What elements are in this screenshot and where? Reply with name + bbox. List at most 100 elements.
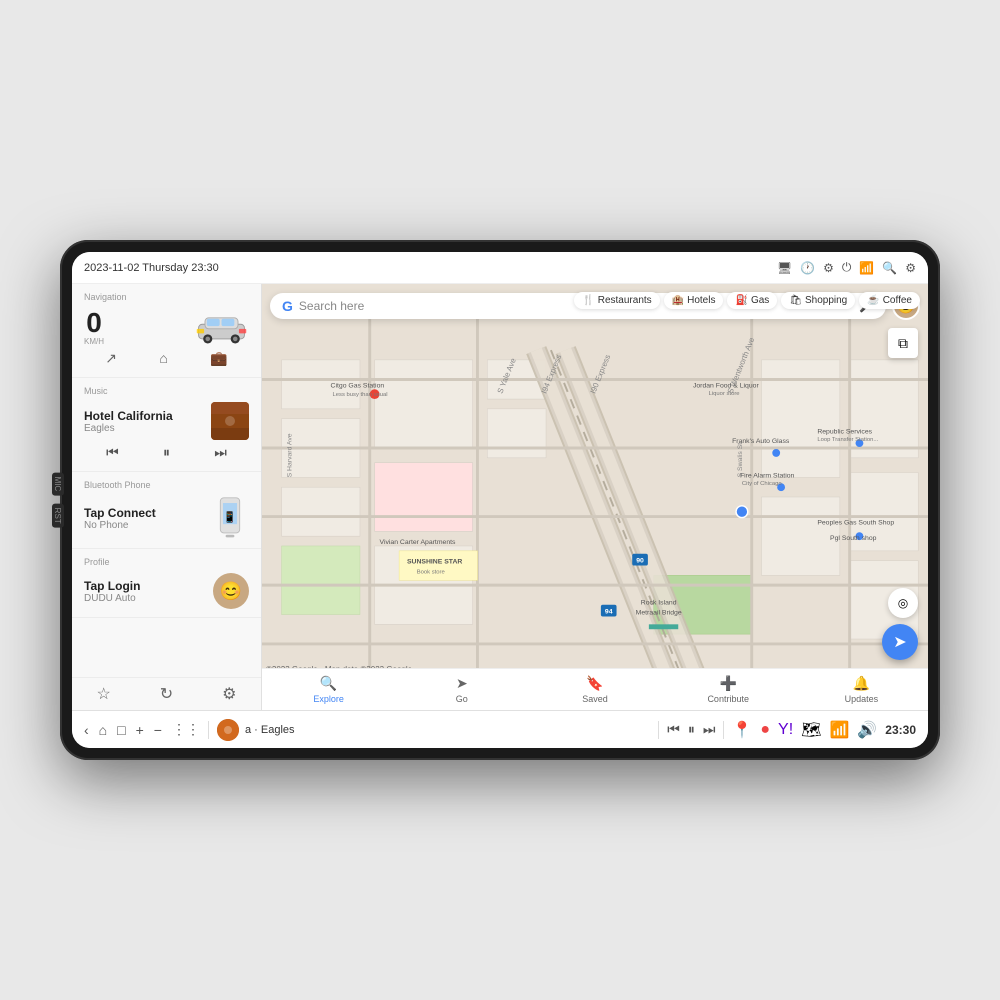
map-area[interactable]: S Yale Ave I94 Express I90 Express S Wen… <box>262 284 928 710</box>
power-icon[interactable]: ⏻ <box>842 260 852 275</box>
svg-text:Peoples Gas South Shop: Peoples Gas South Shop <box>817 519 894 526</box>
grid-taskbar-icon[interactable]: ⋮⋮ <box>172 721 200 738</box>
bt-info: Tap Connect No Phone <box>84 506 203 531</box>
taskbar-album-art <box>217 719 239 741</box>
nav-content: 0 KM/H <box>84 308 249 346</box>
svg-text:📱: 📱 <box>223 511 236 524</box>
wifi-taskbar-icon[interactable]: 📶 <box>829 720 849 740</box>
status-icons: 🖥 🕐 ⚙ ⏻ 📶 🔍 ⚙ <box>777 260 916 275</box>
svg-text:Less busy than usual: Less busy than usual <box>333 392 388 398</box>
monitor-icon: 🖥 <box>777 261 792 275</box>
taskbar-right: 📍 ● Y! 🗺 📶 🔊 23:30 <box>732 720 916 740</box>
contribute-tab[interactable]: ➕ Contribute <box>662 669 795 710</box>
music-content: Hotel California Eagles <box>84 402 249 440</box>
hotels-chip[interactable]: 🏨 Hotels <box>664 292 724 309</box>
fab-icon: ➤ <box>893 632 906 652</box>
svg-text:Fire Alarm Station: Fire Alarm Station <box>740 472 795 479</box>
circle-taskbar-icon[interactable]: ● <box>760 721 770 739</box>
speed-value: 0 <box>86 309 102 337</box>
settings-wheel-icon[interactable]: ⚙ <box>823 261 834 275</box>
compass-icon: ◎ <box>898 596 908 610</box>
svg-text:Vivian Carter Apartments: Vivian Carter Apartments <box>380 539 457 546</box>
layers-button[interactable]: ⧉ <box>888 328 918 358</box>
bt-content: Tap Connect No Phone 📱 <box>84 496 249 540</box>
go-label: Go <box>456 694 468 704</box>
profile-content: Tap Login DUDU Auto 😊 <box>84 573 249 609</box>
refresh-icon[interactable]: ↻ <box>160 684 173 704</box>
svg-text:S Harvard Ave: S Harvard Ave <box>286 433 293 477</box>
shopping-chip[interactable]: 🛍 Shopping <box>781 292 855 309</box>
map-background: S Yale Ave I94 Express I90 Express S Wen… <box>262 284 928 710</box>
coffee-icon: ☕ <box>867 295 879 306</box>
prev-button[interactable]: ⏮ <box>106 444 119 461</box>
separator-2 <box>658 721 659 739</box>
mic-button[interactable]: MIC <box>52 473 64 496</box>
svg-text:SUNSHINE STAR: SUNSHINE STAR <box>407 559 462 566</box>
music-controls: ⏮ ⏸ ⏭ <box>84 440 249 463</box>
separator-1 <box>208 721 209 739</box>
gear-status-icon[interactable]: ⚙ <box>905 261 916 275</box>
volume-taskbar-icon[interactable]: 🔊 <box>857 720 877 740</box>
minus-taskbar-icon[interactable]: − <box>154 722 162 738</box>
taskbar: ‹ ⌂ □ + − ⋮⋮ a · Eagles ⏮ ⏸ ⏭ <box>72 710 928 748</box>
taskbar-play-pause-icon[interactable]: ⏸ <box>688 721 695 738</box>
updates-tab[interactable]: 🔔 Updates <box>795 669 928 710</box>
taskbar-next-icon[interactable]: ⏭ <box>703 721 716 738</box>
bluetooth-label: Bluetooth Phone <box>84 480 249 490</box>
next-button[interactable]: ⏭ <box>214 444 227 461</box>
gas-chip[interactable]: ⛽ Gas <box>727 292 777 309</box>
taskbar-nav: ‹ ⌂ □ + − ⋮⋮ <box>84 721 200 738</box>
saved-label: Saved <box>582 694 608 704</box>
album-art <box>211 402 249 440</box>
svg-text:Liquor store: Liquor store <box>709 391 740 397</box>
svg-text:Republic Services: Republic Services <box>817 428 872 435</box>
go-tab[interactable]: ➤ Go <box>395 669 528 710</box>
profile-info: Tap Login DUDU Auto <box>84 579 205 604</box>
taskbar-song-info: a · Eagles <box>245 724 295 736</box>
svg-text:Metraail Bridge: Metraail Bridge <box>636 610 682 617</box>
briefcase-icon[interactable]: 💼 <box>210 350 227 367</box>
profile-name[interactable]: Tap Login <box>84 579 205 593</box>
restaurants-icon: 🍴 <box>582 295 594 306</box>
home-taskbar-icon[interactable]: ⌂ <box>99 722 107 738</box>
contribute-icon: ➕ <box>719 675 736 692</box>
shopping-icon: 🛍 <box>789 295 802 306</box>
map-taskbar-icon[interactable]: 🗺 <box>801 720 821 740</box>
svg-text:Rock Island: Rock Island <box>641 600 677 607</box>
plus-taskbar-icon[interactable]: + <box>136 722 144 738</box>
hotels-icon: 🏨 <box>672 295 684 306</box>
explore-tab[interactable]: 🔍 Explore <box>262 669 395 710</box>
yahoo-taskbar-icon[interactable]: Y! <box>778 721 793 739</box>
home-nav-icon[interactable]: ⌂ <box>159 350 167 367</box>
settings-panel-icon[interactable]: ⚙ <box>222 684 236 704</box>
music-title: Hotel California <box>84 409 203 423</box>
side-buttons: MIC RST <box>52 473 64 528</box>
compass-button[interactable]: ◎ <box>888 588 918 618</box>
restaurants-chip[interactable]: 🍴 Restaurants <box>574 292 659 309</box>
navigation-section: Navigation 0 KM/H <box>72 284 261 378</box>
square-taskbar-icon[interactable]: □ <box>117 722 125 738</box>
taskbar-prev-icon[interactable]: ⏮ <box>667 721 680 738</box>
separator-3 <box>723 721 724 739</box>
hotels-label: Hotels <box>687 295 715 306</box>
profile-section: Profile Tap Login DUDU Auto 😊 <box>72 549 261 618</box>
pause-button[interactable]: ⏸ <box>163 444 170 461</box>
speed-unit: KM/H <box>84 337 104 346</box>
location-taskbar-icon[interactable]: 📍 <box>732 720 752 740</box>
star-icon[interactable]: ☆ <box>96 684 110 704</box>
explore-icon: 🔍 <box>320 675 337 692</box>
search-status-icon[interactable]: 🔍 <box>882 261 897 275</box>
saved-tab[interactable]: 🔖 Saved <box>528 669 661 710</box>
rst-button[interactable]: RST <box>52 503 64 527</box>
device-frame: MIC RST 2023-11-02 Thursday 23:30 🖥 🕐 ⚙ … <box>60 240 940 760</box>
navigation-fab[interactable]: ➤ <box>882 624 918 660</box>
navigate-icon[interactable]: ↗ <box>105 350 117 367</box>
coffee-chip[interactable]: ☕ Coffee <box>859 292 920 309</box>
bt-title[interactable]: Tap Connect <box>84 506 203 520</box>
music-section: Music Hotel California Eagles <box>72 378 261 472</box>
main-content: Navigation 0 KM/H <box>72 284 928 710</box>
explore-label: Explore <box>313 694 344 704</box>
go-icon: ➤ <box>456 675 468 692</box>
svg-text:90: 90 <box>636 558 644 565</box>
back-icon[interactable]: ‹ <box>84 722 89 738</box>
